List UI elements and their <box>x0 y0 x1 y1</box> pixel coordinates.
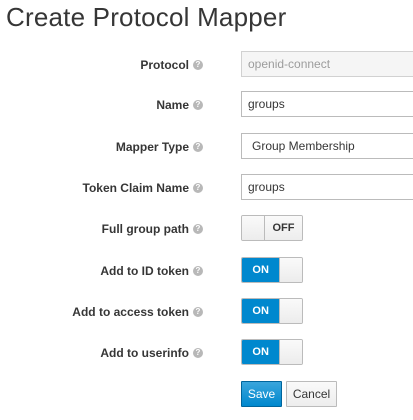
toggle-knob <box>279 299 302 323</box>
add-to-access-token-toggle[interactable]: ON <box>241 298 303 324</box>
protocol-label: Protocol ? <box>140 51 203 79</box>
cancel-button[interactable]: Cancel <box>286 381 337 407</box>
full-group-path-label: Full group path ? <box>102 215 203 243</box>
token-claim-name-row: Token Claim Name ? <box>0 174 413 202</box>
add-to-userinfo-label: Add to userinfo ? <box>100 339 203 367</box>
question-circle-icon[interactable]: ? <box>193 142 203 152</box>
toggle-off-label: OFF <box>265 216 302 240</box>
save-button[interactable]: Save <box>241 381 282 407</box>
add-to-id-token-row: Add to ID token ? ON <box>0 257 413 285</box>
add-to-access-token-row: Add to access token ? ON <box>0 298 413 326</box>
question-circle-icon[interactable]: ? <box>193 266 203 276</box>
mapper-type-select[interactable]: Group Membership <box>241 133 413 159</box>
page-title: Create Protocol Mapper <box>6 2 287 32</box>
mapper-type-label: Mapper Type ? <box>116 133 203 161</box>
question-circle-icon[interactable]: ? <box>193 224 203 234</box>
name-row: Name ? <box>0 91 413 119</box>
toggle-on-label: ON <box>242 258 280 282</box>
add-to-id-token-label: Add to ID token ? <box>100 257 203 285</box>
question-circle-icon[interactable]: ? <box>193 100 203 110</box>
mapper-type-row: Mapper Type ? Group Membership <box>0 133 413 161</box>
toggle-knob <box>242 216 265 240</box>
add-to-userinfo-row: Add to userinfo ? ON <box>0 339 413 367</box>
toggle-on-label: ON <box>242 340 280 364</box>
add-to-userinfo-toggle[interactable]: ON <box>241 339 303 365</box>
protocol-row: Protocol ? <box>0 51 413 79</box>
name-label: Name ? <box>156 91 203 119</box>
question-circle-icon[interactable]: ? <box>193 348 203 358</box>
add-to-access-token-label: Add to access token ? <box>72 298 203 326</box>
protocol-field <box>241 51 413 77</box>
toggle-knob <box>279 340 302 364</box>
token-claim-name-label: Token Claim Name ? <box>83 174 203 202</box>
name-input[interactable] <box>241 91 413 117</box>
question-circle-icon[interactable]: ? <box>193 60 203 70</box>
question-circle-icon[interactable]: ? <box>193 183 203 193</box>
toggle-knob <box>279 258 302 282</box>
full-group-path-row: Full group path ? OFF <box>0 215 413 243</box>
add-to-id-token-toggle[interactable]: ON <box>241 257 303 283</box>
token-claim-name-input[interactable] <box>241 174 413 200</box>
toggle-on-label: ON <box>242 299 280 323</box>
full-group-path-toggle[interactable]: OFF <box>241 215 303 241</box>
question-circle-icon[interactable]: ? <box>193 307 203 317</box>
mapper-type-value: Group Membership <box>252 139 355 153</box>
